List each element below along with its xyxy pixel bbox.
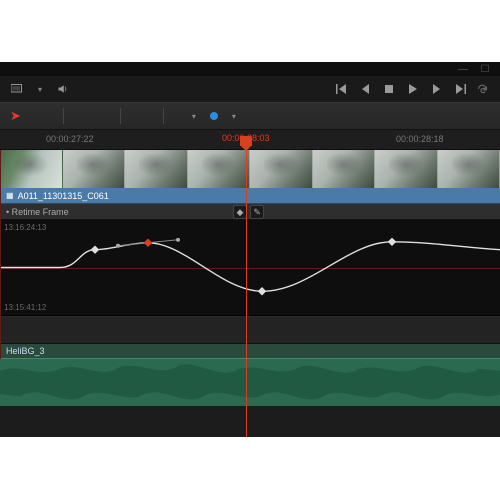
keyframe-selected[interactable]	[144, 239, 152, 247]
marker-dropdown-icon[interactable]: ▾	[232, 112, 236, 121]
go-to-end-icon[interactable]	[454, 82, 468, 96]
toolbar-divider	[163, 108, 164, 124]
bezier-handle-point[interactable]	[176, 238, 180, 242]
retime-keyframe-button[interactable]: ◆	[233, 205, 247, 219]
next-frame-icon[interactable]	[430, 82, 444, 96]
clip-thumbnail	[313, 150, 376, 188]
in-point-line	[0, 150, 1, 359]
window-titlebar: — ☐	[0, 62, 500, 76]
ruler-timecode: 00:00:28:18	[396, 134, 444, 144]
clip-thumbnail	[438, 150, 500, 188]
clip-thumbnail	[375, 150, 438, 188]
audio-track[interactable]	[0, 358, 500, 406]
retime-curve-button[interactable]: ✎	[250, 205, 264, 219]
dropdown-caret-icon[interactable]: ▾	[38, 85, 42, 94]
clip-name-label: A011_11301315_C061	[18, 191, 109, 201]
retime-curve-editor[interactable]: 13:16:24:13 13:15:41:12	[0, 220, 500, 316]
clip-name-bar[interactable]: ▦ A011_11301315_C061	[0, 188, 500, 204]
audio-name-label: HeliBG_3	[6, 346, 45, 356]
prev-frame-icon[interactable]	[358, 82, 372, 96]
toolbar-divider	[120, 108, 121, 124]
display-mode-dropdown[interactable]	[10, 82, 24, 96]
video-track[interactable]	[0, 150, 500, 188]
timeline-empty-area	[0, 406, 500, 437]
retime-label: • Retime Frame	[6, 207, 69, 217]
play-icon[interactable]	[406, 82, 420, 96]
volume-icon[interactable]	[56, 82, 70, 96]
marker-color-icon[interactable]	[210, 112, 218, 120]
keyframe[interactable]	[91, 245, 99, 253]
clip-thumbnail	[63, 150, 126, 188]
clip-thumbnail	[250, 150, 313, 188]
track-gap	[0, 316, 500, 344]
clip-lock-icon: ▦	[6, 191, 14, 200]
bezier-handle-point[interactable]	[116, 244, 120, 248]
selection-tool-icon[interactable]: ➤	[10, 108, 21, 124]
flag-dropdown-icon[interactable]: ▾	[192, 112, 196, 121]
audio-clip-name[interactable]: HeliBG_3	[0, 344, 500, 358]
go-to-start-icon[interactable]	[334, 82, 348, 96]
loop-icon[interactable]	[476, 82, 490, 96]
ruler-timecode: 00:00:27:22	[46, 134, 94, 144]
audio-waveform	[0, 359, 500, 406]
clip-thumbnail	[188, 150, 251, 188]
clip-thumbnail	[0, 150, 63, 188]
retime-curve-path[interactable]	[0, 242, 500, 291]
minimize-icon: —	[456, 62, 470, 76]
edit-toolbar: ➤ ▾ ▾	[0, 102, 500, 130]
keyframe[interactable]	[258, 287, 266, 295]
viewer-controls-bar: ▾	[0, 76, 500, 102]
retime-header: • Retime Frame ◆ ✎	[0, 204, 500, 220]
maximize-icon: ☐	[478, 62, 492, 76]
clip-thumbnail	[125, 150, 188, 188]
toolbar-divider	[63, 108, 64, 124]
playhead[interactable]	[246, 144, 247, 437]
keyframe[interactable]	[388, 238, 396, 246]
playhead-handle-icon[interactable]	[240, 136, 252, 146]
stop-icon[interactable]	[382, 82, 396, 96]
